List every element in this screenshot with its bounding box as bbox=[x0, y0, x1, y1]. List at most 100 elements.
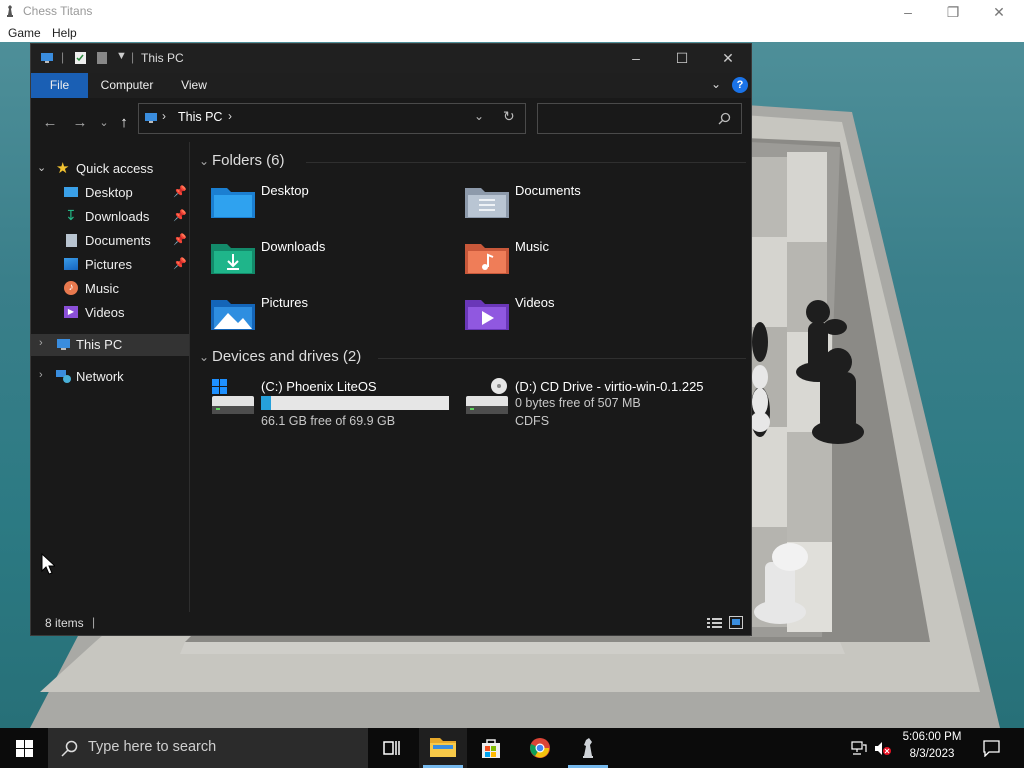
nav-this-pc-label: This PC bbox=[76, 337, 123, 352]
star-icon: ★ bbox=[56, 160, 70, 177]
up-button[interactable]: ↑ bbox=[115, 114, 133, 132]
navigation-pane: ⌄ ★ Quick access Desktop 📌 ↧ Downloads 📌… bbox=[31, 142, 190, 612]
taskbar-chrome[interactable] bbox=[516, 728, 564, 768]
nav-item-network[interactable]: › Network bbox=[31, 366, 189, 388]
expand-chevron-icon[interactable]: › bbox=[39, 337, 43, 349]
back-button[interactable]: ← bbox=[41, 114, 59, 132]
drive-usage-fill bbox=[261, 396, 272, 410]
music-icon: ♪ bbox=[64, 281, 78, 295]
address-bar[interactable]: › This PC › ⌄ ↻ bbox=[138, 103, 526, 134]
drive-label: (D:) CD Drive - virtio-win-0.1.225 bbox=[515, 379, 704, 394]
chess-close-button[interactable]: ✕ bbox=[976, 2, 1022, 22]
pin-icon: 📌 bbox=[173, 234, 187, 246]
taskbar-file-explorer[interactable] bbox=[419, 728, 467, 768]
nav-item-videos[interactable]: ▶ Videos bbox=[31, 302, 189, 324]
address-dropdown-icon[interactable]: ⌄ bbox=[474, 109, 484, 123]
nav-item-label: Documents bbox=[85, 233, 151, 248]
help-icon[interactable]: ? bbox=[732, 77, 748, 93]
nav-item-desktop[interactable]: Desktop 📌 bbox=[31, 182, 189, 204]
collapse-chevron-icon[interactable]: ⌄ bbox=[199, 154, 209, 168]
network-icon bbox=[56, 370, 71, 383]
drives-group-header[interactable]: Devices and drives (2) bbox=[212, 348, 361, 365]
nav-item-label: Pictures bbox=[85, 257, 132, 272]
explorer-close-button[interactable]: ✕ bbox=[705, 44, 751, 73]
breadcrumb-this-pc[interactable]: This PC bbox=[178, 110, 222, 124]
expand-chevron-icon[interactable]: ⌄ bbox=[37, 161, 46, 174]
customize-qat-icon[interactable]: ▼ bbox=[116, 50, 127, 62]
chess-minimize-button[interactable]: – bbox=[885, 2, 931, 22]
details-view-icon[interactable] bbox=[707, 617, 722, 629]
folder-label: Pictures bbox=[261, 295, 308, 310]
search-box[interactable] bbox=[537, 103, 742, 134]
nav-item-this-pc[interactable]: › This PC bbox=[31, 334, 189, 356]
nav-item-pictures[interactable]: Pictures 📌 bbox=[31, 254, 189, 276]
nav-item-music[interactable]: ♪ Music bbox=[31, 278, 189, 300]
documents-icon bbox=[66, 234, 77, 247]
tab-file[interactable]: File bbox=[31, 73, 88, 98]
network-tray-icon[interactable] bbox=[851, 741, 867, 756]
new-folder-icon[interactable] bbox=[96, 51, 108, 65]
tab-computer[interactable]: Computer bbox=[93, 73, 161, 98]
chess-titlebar: Chess Titans – ❐ ✕ bbox=[0, 0, 1024, 24]
tray-clock-time[interactable]: 5:06:00 PM bbox=[896, 731, 968, 743]
collapse-chevron-icon[interactable]: ⌄ bbox=[199, 350, 209, 364]
download-icon: ↧ bbox=[65, 207, 77, 223]
folder-tile-documents[interactable]: Documents bbox=[465, 182, 715, 230]
chess-menu-help[interactable]: Help bbox=[52, 26, 77, 40]
large-icons-view-icon[interactable] bbox=[729, 616, 743, 629]
nav-quick-access-label: Quick access bbox=[76, 161, 154, 176]
taskbar-microsoft-store[interactable] bbox=[467, 728, 515, 768]
taskbar: Type here to search 5:06:00 PM 8/3/2023 bbox=[0, 728, 1024, 768]
taskbar-chess-titans[interactable] bbox=[564, 728, 612, 768]
folder-label: Music bbox=[515, 239, 549, 254]
desktop-folder-icon bbox=[211, 188, 255, 218]
explorer-maximize-button[interactable]: ☐ bbox=[659, 44, 705, 73]
windows-start-icon[interactable] bbox=[16, 740, 33, 757]
drive-tile-d[interactable]: (D:) CD Drive - virtio-win-0.1.225 0 byt… bbox=[465, 378, 715, 432]
this-pc-icon bbox=[41, 53, 53, 63]
taskbar-search-box[interactable]: Type here to search bbox=[48, 728, 368, 768]
refresh-icon[interactable]: ↻ bbox=[503, 108, 515, 125]
nav-item-documents[interactable]: Documents 📌 bbox=[31, 230, 189, 252]
nav-quick-access[interactable]: ⌄ ★ Quick access bbox=[31, 158, 189, 180]
ribbon-expand-icon[interactable]: ⌄ bbox=[711, 77, 721, 91]
search-icon[interactable] bbox=[718, 112, 731, 125]
nav-item-label: Downloads bbox=[85, 209, 150, 224]
group-divider bbox=[306, 162, 746, 163]
explorer-minimize-button[interactable]: – bbox=[613, 44, 659, 73]
folder-tile-downloads[interactable]: Downloads bbox=[211, 238, 461, 286]
chrome-icon bbox=[530, 738, 550, 758]
nav-item-downloads[interactable]: ↧ Downloads 📌 bbox=[31, 206, 189, 228]
folder-label: Videos bbox=[515, 295, 555, 310]
volume-muted-tray-icon[interactable] bbox=[874, 741, 892, 756]
tab-view[interactable]: View bbox=[171, 73, 217, 98]
content-pane: ⌄ Folders (6) Desktop Documents Download… bbox=[191, 142, 751, 612]
expand-chevron-icon[interactable]: › bbox=[39, 369, 43, 381]
folder-tile-pictures[interactable]: Pictures bbox=[211, 294, 461, 342]
folder-label: Documents bbox=[515, 183, 581, 198]
nav-item-label: Desktop bbox=[85, 185, 133, 200]
tray-clock-date[interactable]: 8/3/2023 bbox=[896, 748, 968, 760]
forward-button[interactable]: → bbox=[71, 114, 89, 132]
chess-menu-game[interactable]: Game bbox=[8, 26, 41, 40]
this-pc-icon bbox=[145, 113, 157, 123]
recent-locations-icon[interactable]: ⌄ bbox=[95, 114, 113, 132]
taskbar-search-input[interactable]: Type here to search bbox=[88, 739, 216, 755]
status-bar: 8 items | bbox=[31, 612, 751, 634]
folder-tile-music[interactable]: Music bbox=[465, 238, 715, 286]
drive-usage-bar bbox=[261, 396, 449, 410]
store-icon bbox=[482, 739, 500, 758]
task-view-button[interactable] bbox=[368, 728, 416, 768]
folder-tile-desktop[interactable]: Desktop bbox=[211, 182, 461, 230]
qat-separator: | bbox=[61, 50, 65, 64]
breadcrumb-chevron-icon[interactable]: › bbox=[228, 109, 232, 123]
folder-tile-videos[interactable]: Videos bbox=[465, 294, 715, 342]
breadcrumb-chevron-icon[interactable]: › bbox=[162, 109, 166, 123]
notifications-icon[interactable] bbox=[983, 740, 1000, 757]
address-row: ← → ⌄ ↑ › This PC › ⌄ ↻ bbox=[31, 98, 751, 142]
chess-maximize-button[interactable]: ❐ bbox=[930, 2, 976, 22]
drive-tile-c[interactable]: (C:) Phoenix LiteOS 66.1 GB free of 69.9… bbox=[211, 378, 461, 432]
folders-group-header[interactable]: Folders (6) bbox=[212, 152, 285, 169]
mouse-cursor-icon bbox=[41, 553, 55, 575]
properties-icon[interactable] bbox=[74, 51, 87, 65]
